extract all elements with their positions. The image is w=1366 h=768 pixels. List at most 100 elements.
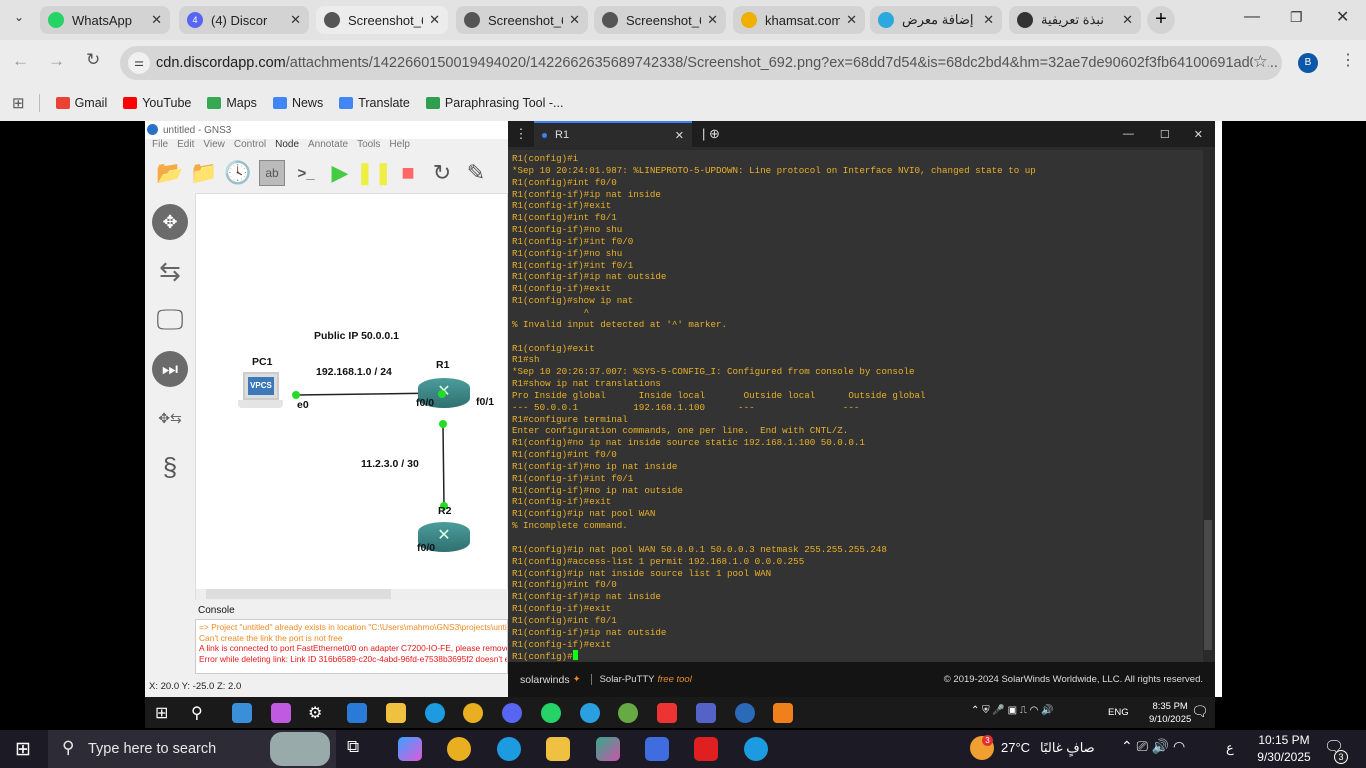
maximize-button[interactable]: ☐	[1160, 128, 1170, 141]
browser-menu-icon[interactable]: ⋮	[1340, 50, 1356, 70]
add-note-icon[interactable]: ✎	[463, 160, 489, 186]
clock[interactable]: 10:15 PM 9/30/2025	[1252, 732, 1316, 766]
close-window-button[interactable]: ✕	[1336, 7, 1349, 27]
menu-node[interactable]: Node	[275, 139, 299, 153]
bookmark-item[interactable]: News	[272, 96, 323, 110]
edge-icon[interactable]	[425, 703, 445, 723]
taskview-icon[interactable]	[232, 703, 252, 723]
menu-view[interactable]: View	[203, 139, 225, 153]
browser-tab[interactable]: khamsat.com ✕	[733, 6, 865, 34]
terminal-output[interactable]: R1(config)#i *Sep 10 20:24:01.987: %LINEP…	[508, 150, 1203, 662]
end-devices-icon[interactable]: 🖵	[152, 302, 188, 338]
new-project-icon[interactable]: 📂	[156, 160, 183, 186]
notification-icon[interactable]: 🗨	[1191, 703, 1209, 720]
close-tab-icon[interactable]: ✕	[983, 12, 994, 28]
bookmark-star-icon[interactable]: ☆	[1252, 52, 1268, 72]
site-info-icon[interactable]: ⚌	[128, 52, 150, 74]
wps-office-icon[interactable]	[694, 737, 718, 761]
snapshot-clock-icon[interactable]: 🕓	[224, 160, 251, 186]
close-tab-icon[interactable]: ✕	[846, 12, 857, 28]
menu-control[interactable]: Control	[234, 139, 266, 153]
chrome-icon[interactable]	[463, 703, 483, 723]
reload-button[interactable]: ↻	[86, 50, 100, 70]
switches-icon[interactable]: ⇆	[152, 253, 188, 289]
close-tab-icon[interactable]: ✕	[1122, 12, 1133, 28]
menu-help[interactable]: Help	[389, 139, 410, 153]
close-tab-icon[interactable]: ✕	[569, 12, 580, 28]
open-project-icon[interactable]: 📁	[190, 160, 217, 186]
menu-tools[interactable]: Tools	[357, 139, 380, 153]
tray-icons[interactable]: ⌃ ⛨ 🎤 ▣ ⎍ ◠ 🔊	[971, 705, 1054, 716]
add-link-icon[interactable]: §	[152, 449, 188, 485]
minimize-button[interactable]: —	[1123, 128, 1134, 140]
search-icon[interactable]: ⚲	[191, 703, 211, 723]
solar-putty-taskbar-icon[interactable]	[773, 703, 793, 723]
all-devices-icon[interactable]: ✥⇆	[152, 400, 188, 436]
restore-button[interactable]: ❐	[1290, 9, 1303, 26]
close-button[interactable]: ✕	[1194, 128, 1203, 141]
stop-all-icon[interactable]: ■	[395, 160, 421, 186]
bookmark-item[interactable]: Paraphrasing Tool -...	[425, 96, 563, 110]
routers-icon[interactable]: ✥	[152, 204, 188, 240]
inner-language[interactable]: ENG	[1108, 707, 1129, 718]
reload-all-icon[interactable]: ↻	[429, 160, 455, 186]
copilot-icon[interactable]	[398, 737, 422, 761]
suspend-all-icon[interactable]: ❚❚	[356, 160, 393, 186]
browser-tab[interactable]: إضافة معرض ✕	[870, 6, 1002, 34]
microsoft-365-icon[interactable]	[596, 737, 620, 761]
browser-tab[interactable]: 4 (4) Discor ✕	[179, 6, 309, 34]
weather-temp[interactable]: 27°C	[1001, 740, 1030, 755]
edge-icon[interactable]	[497, 737, 521, 761]
task-view-icon[interactable]: ⧉	[347, 737, 371, 761]
putty-menu-icon[interactable]: ⋮	[508, 126, 534, 142]
telegram-icon[interactable]	[580, 703, 600, 723]
discord-icon[interactable]	[502, 703, 522, 723]
chrome-icon[interactable]	[447, 737, 471, 761]
topology-canvas[interactable]: Public IP 50.0.0.1 192.168.1.0 / 24 11.2…	[195, 193, 509, 600]
pc1-node[interactable]: VPCS	[238, 372, 283, 416]
close-tab-icon[interactable]: ✕	[707, 12, 718, 28]
minimize-button[interactable]: —	[1244, 8, 1260, 26]
address-bar[interactable]: ⚌ cdn.discordapp.com/attachments/1422660…	[120, 46, 1282, 80]
session-tab-r1[interactable]: R1 ✕	[534, 121, 692, 147]
app-icon[interactable]	[618, 703, 638, 723]
file-explorer-icon[interactable]	[546, 737, 570, 761]
back-button[interactable]: ←	[12, 51, 29, 71]
bookmark-item[interactable]: Translate	[339, 96, 410, 110]
browser-tab[interactable]: نبذة تعريفية ✕	[1009, 6, 1141, 34]
windows-start-icon[interactable]: ⊞	[15, 738, 31, 761]
browser-tab[interactable]: Screenshot_6 ✕	[456, 6, 588, 34]
windows-start-icon[interactable]: ⊞	[155, 703, 175, 723]
close-tab-icon[interactable]: ✕	[290, 12, 301, 28]
youtube-icon[interactable]	[657, 703, 677, 723]
show-interface-labels-icon[interactable]: ab	[259, 160, 285, 186]
menu-annotate[interactable]: Annotate	[308, 139, 348, 153]
settings-icon[interactable]: ⚙	[308, 703, 328, 723]
bookmark-item[interactable]: Gmail	[55, 96, 107, 110]
menu-file[interactable]: File	[152, 139, 168, 153]
close-tab-icon[interactable]: ✕	[151, 12, 162, 28]
profile-avatar[interactable]: B	[1298, 53, 1318, 73]
menu-edit[interactable]: Edit	[177, 139, 194, 153]
forward-button[interactable]: →	[48, 51, 65, 71]
store-icon[interactable]	[347, 703, 367, 723]
copilot-icon[interactable]	[271, 703, 291, 723]
new-session-icon[interactable]: | ⊕	[702, 126, 720, 142]
bookmark-item[interactable]: Maps	[207, 96, 257, 110]
browser-tab[interactable]: Screenshot_6 ✕	[316, 6, 448, 34]
browser-tab[interactable]: Screenshot_6 ✕	[594, 6, 726, 34]
link-r1-r2[interactable]	[442, 425, 445, 507]
terminal-scrollbar[interactable]	[1203, 150, 1213, 662]
inner-clock[interactable]: 8:35 PM 9/10/2025	[1149, 700, 1191, 726]
weather-condition[interactable]: صافٍ غالبًا	[1040, 740, 1095, 756]
horizontal-scrollbar[interactable]	[196, 589, 509, 600]
file-explorer-icon[interactable]	[386, 703, 406, 723]
bookmark-item[interactable]: YouTube	[123, 96, 191, 110]
gns3-taskbar-icon[interactable]	[735, 703, 755, 723]
app-icon[interactable]	[645, 737, 669, 761]
apps-grid-icon[interactable]: ⊞	[12, 94, 25, 112]
whatsapp-icon[interactable]	[541, 703, 561, 723]
close-tab-icon[interactable]: ✕	[429, 12, 440, 28]
teams-icon[interactable]	[696, 703, 716, 723]
browser-tab[interactable]: WhatsApp ✕	[40, 6, 170, 34]
